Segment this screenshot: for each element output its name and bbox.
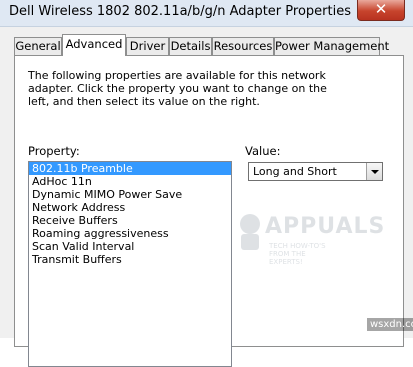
- value-selected-text: Long and Short: [253, 165, 337, 178]
- tab-power-management[interactable]: Power Management: [274, 37, 389, 55]
- site-watermark: wsxdn.com: [367, 318, 413, 331]
- property-item-802-11b-preamble[interactable]: 802.11b Preamble: [29, 162, 231, 175]
- tab-resources[interactable]: Resources: [212, 37, 274, 55]
- watermark-brand: APPUALS: [265, 214, 386, 239]
- tab-driver[interactable]: Driver: [126, 37, 169, 55]
- tab-details[interactable]: Details: [169, 37, 212, 55]
- dialog-body: General Advanced Driver Details Resource…: [0, 27, 413, 367]
- value-dropdown[interactable]: Long and Short: [248, 162, 383, 181]
- property-list[interactable]: 802.11b Preamble AdHoc 11n Dynamic MIMO …: [28, 161, 232, 367]
- chevron-down-icon[interactable]: [366, 163, 382, 180]
- watermark-tagline: TECH HOW-TO'S FROM THE EXPERTS!: [269, 242, 326, 266]
- property-item-scan-valid-interval[interactable]: Scan Valid Interval: [29, 240, 231, 253]
- property-item-roaming-aggressiveness[interactable]: Roaming aggressiveness: [29, 227, 231, 240]
- property-item-transmit-buffers[interactable]: Transmit Buffers: [29, 253, 231, 266]
- appuals-watermark: APPUALS TECH HOW-TO'S FROM THE EXPERTS!: [235, 208, 384, 276]
- tab-general[interactable]: General: [14, 37, 62, 55]
- mascot-icon: [240, 214, 260, 250]
- tab-advanced[interactable]: Advanced: [62, 34, 126, 56]
- value-label: Value:: [245, 144, 281, 158]
- panel-description: The following properties are available f…: [28, 69, 327, 108]
- title-bar: Dell Wireless 1802 802.11a/b/g/n Adapter…: [0, 0, 413, 27]
- close-icon: ✕: [374, 0, 388, 18]
- close-button[interactable]: ✕: [357, 0, 405, 21]
- tab-strip: General Advanced Driver Details Resource…: [14, 34, 404, 57]
- property-label: Property:: [28, 144, 80, 158]
- property-item-network-address[interactable]: Network Address: [29, 201, 231, 214]
- property-item-adhoc-11n[interactable]: AdHoc 11n: [29, 175, 231, 188]
- advanced-tab-panel: The following properties are available f…: [14, 55, 404, 367]
- property-item-receive-buffers[interactable]: Receive Buffers: [29, 214, 231, 227]
- property-item-dynamic-mimo-power-save[interactable]: Dynamic MIMO Power Save: [29, 188, 231, 201]
- window-title: Dell Wireless 1802 802.11a/b/g/n Adapter…: [9, 4, 351, 19]
